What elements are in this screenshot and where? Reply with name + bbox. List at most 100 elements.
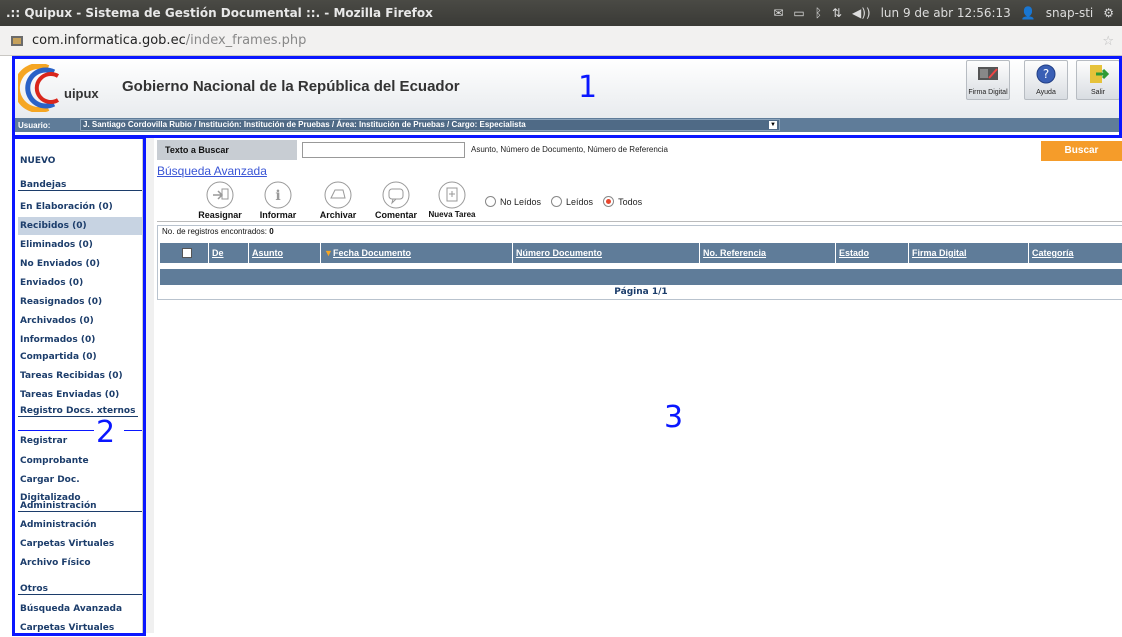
radio-no-leidos[interactable] [485,196,496,207]
table-header: De Asunto ▼ Fecha Documento Número Docum… [160,243,1122,263]
signature-icon [978,67,998,80]
bluetooth-icon[interactable]: ᛒ [815,6,822,20]
mail-icon[interactable]: ✉ [773,6,783,20]
battery-icon[interactable]: ▭ [793,6,804,20]
user-icon: 👤 [1020,6,1036,20]
clock[interactable]: lun 9 de abr 12:56:13 [881,6,1011,20]
annotation-3: 3 [664,400,684,435]
sidebar-section-bandejas: Bandejas [18,180,142,191]
annotation-2-line-right [124,430,142,431]
search-row: Texto a Buscar Asunto, Número de Documen… [157,140,1122,161]
sidebar-item-enviados[interactable]: Enviados (0) [18,274,142,292]
reassign-icon [206,181,234,209]
sidebar-item-en-elaboracion[interactable]: En Elaboración (0) [18,198,142,216]
app-header: uipux Gobierno Nacional de la República … [13,58,1120,118]
col-categoria[interactable]: Categoría [1028,243,1122,263]
read-filter: No Leídos Leídos Todos [485,196,648,207]
col-firma-digital[interactable]: Firma Digital [908,243,1026,263]
exit-icon [1090,65,1109,83]
col-de[interactable]: De [208,243,246,263]
archive-icon [324,181,352,209]
pagination[interactable]: Página 1/1 [160,287,1122,297]
bookmark-star-icon[interactable]: ☆ [1102,34,1114,49]
chevron-down-icon: ▼ [769,121,777,129]
advanced-search-link[interactable]: Búsqueda Avanzada [157,164,267,178]
annotation-2: 2 [96,415,116,450]
system-tray: ✉ ▭ ᛒ ⇅ ◀)) lun 9 de abr 12:56:13 👤 snap… [773,0,1114,26]
reasignar-button[interactable]: Reasignar [190,180,250,224]
sidebar-item-busqueda-avanzada[interactable]: Búsqueda Avanzada [18,600,142,618]
sidebar-scrollbar[interactable] [142,136,154,633]
org-title: Gobierno Nacional de la República del Ec… [122,78,460,95]
sidebar-item-archivados[interactable]: Archivados (0) [18,312,142,330]
salir-button[interactable]: Salir [1076,60,1120,100]
annotation-1: 1 [578,70,598,105]
sidebar-item-tareas-recibidas[interactable]: Tareas Recibidas (0) [18,367,142,385]
radio-leidos[interactable] [551,196,563,207]
comment-icon [382,181,410,209]
info-icon: i [264,181,292,209]
select-all-checkbox[interactable] [182,248,192,258]
search-label: Texto a Buscar [157,140,297,160]
sidebar-item-carpetas-virtuales-otros[interactable]: Carpetas Virtuales [18,619,142,637]
radio-todos[interactable] [603,196,615,207]
quipux-logo: uipux [13,63,110,113]
sidebar-item-informados[interactable]: Informados (0) [18,331,142,349]
volume-icon[interactable]: ◀)) [852,6,871,20]
buscar-button[interactable]: Buscar [1041,141,1122,161]
archivar-button[interactable]: Archivar [308,180,368,224]
sidebar-item-comprobante[interactable]: Comprobante [18,452,142,470]
sidebar: NUEVO Bandejas En Elaboración (0) Recibi… [14,136,142,633]
sidebar-item-compartida[interactable]: Compartida (0) [18,348,142,366]
user-label: Usuario: [18,120,51,130]
site-identity-icon[interactable] [10,34,24,48]
svg-text:?: ? [1043,67,1049,81]
sidebar-item-cargar-doc[interactable]: Cargar Doc. Digitalizado [18,471,142,503]
sidebar-item-recibidos[interactable]: Recibidos (0) [18,217,142,235]
sidebar-item-no-enviados[interactable]: No Enviados (0) [18,255,142,273]
sidebar-section-otros: Otros [18,584,142,595]
sidebar-item-registrar[interactable]: Registrar [18,432,142,450]
firma-digital-button[interactable]: Firma Digital [966,60,1010,100]
sidebar-section-registro: Registro Docs. xternos [18,406,138,417]
sidebar-item-carpetas-virtuales[interactable]: Carpetas Virtuales [18,535,142,553]
col-estado[interactable]: Estado [835,243,907,263]
sidebar-item-administracion[interactable]: Administración [18,516,142,534]
quipux-logo-icon [13,63,60,113]
svg-text:i: i [275,188,280,204]
os-title-bar: .:: Quipux - Sistema de Gestión Document… [0,0,1122,26]
power-icon[interactable]: ⚙ [1103,6,1114,20]
comentar-button[interactable]: Comentar [366,180,426,224]
table-empty-row [160,269,1122,285]
sidebar-item-archivo-fisico[interactable]: Archivo Físico [18,554,142,572]
records-count: No. de registros encontrados: 0 [162,227,274,236]
informar-button[interactable]: i Informar [248,180,308,224]
logo-text: uipux [64,86,99,101]
url-bar[interactable]: com.informatica.gob.ec/index_frames.php … [0,26,1122,56]
user-select[interactable]: J. Santiago Cordovilla Rubio / Instituci… [80,119,780,131]
search-input[interactable] [302,142,465,158]
help-icon: ? [1036,64,1056,84]
sidebar-item-eliminados[interactable]: Eliminados (0) [18,236,142,254]
col-fecha-documento[interactable]: ▼ Fecha Documento [320,243,510,263]
sidebar-item-reasignados[interactable]: Reasignados (0) [18,293,142,311]
sidebar-item-nuevo[interactable]: NUEVO [18,152,142,170]
col-no-referencia[interactable]: No. Referencia [699,243,833,263]
col-asunto[interactable]: Asunto [248,243,314,263]
user-bar: Usuario: J. Santiago Cordovilla Rubio / … [14,118,1120,132]
sidebar-item-tareas-enviadas[interactable]: Tareas Enviadas (0) [18,386,142,404]
annotation-2-line-left [18,430,94,431]
sidebar-section-administracion: Administración [18,501,142,512]
ayuda-button[interactable]: ? Ayuda [1024,60,1068,100]
new-task-icon [438,181,466,209]
network-icon[interactable]: ⇅ [832,6,842,20]
window-title: .:: Quipux - Sistema de Gestión Document… [6,6,433,20]
username[interactable]: snap-sti [1046,6,1093,20]
nueva-tarea-button[interactable]: Nueva Tarea [422,180,482,224]
divider [157,221,1122,222]
url-path: /index_frames.php [185,33,307,48]
col-numero-documento[interactable]: Número Documento [512,243,698,263]
records-count-value: 0 [269,227,274,236]
search-hint: Asunto, Número de Documento, Número de R… [471,145,668,154]
sort-desc-icon: ▼ [324,248,333,258]
